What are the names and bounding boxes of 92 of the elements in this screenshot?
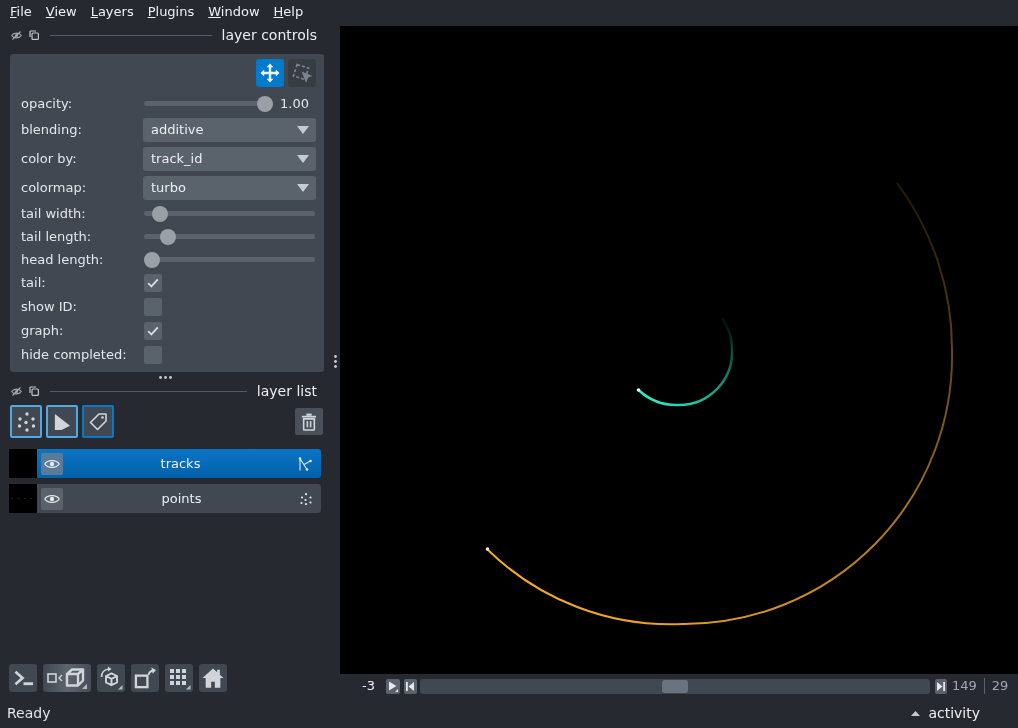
- menu-item[interactable]: File: [10, 3, 32, 21]
- axis-label: -3: [362, 677, 375, 696]
- eye-icon: [44, 493, 60, 504]
- layer-name: points: [160, 489, 203, 508]
- checkbox[interactable]: [144, 346, 162, 364]
- slider-thumb[interactable]: [144, 251, 160, 268]
- menu-item[interactable]: Plugins: [147, 3, 195, 21]
- grid-button[interactable]: [165, 664, 193, 692]
- new-points-layer-button[interactable]: [10, 405, 42, 438]
- display-mode-button[interactable]: [43, 664, 91, 692]
- slider-handle[interactable]: [661, 679, 688, 693]
- caret-up-icon: [911, 710, 921, 716]
- layer-item[interactable]: points: [37, 484, 321, 513]
- move-button[interactable]: [256, 59, 284, 87]
- eye-slash-icon[interactable]: [11, 386, 22, 396]
- control-label: graph:: [20, 322, 65, 341]
- tag-icon: [88, 411, 108, 432]
- control-label: show ID:: [20, 298, 78, 317]
- control-label: color by:: [20, 149, 78, 168]
- step-back-button[interactable]: [403, 678, 417, 694]
- checkbox[interactable]: [144, 322, 162, 340]
- layer-item[interactable]: tracks: [37, 449, 321, 478]
- skip-back-icon: [406, 681, 415, 691]
- slider-track[interactable]: [419, 678, 930, 694]
- square-arrow-icon: [133, 666, 157, 690]
- grip-dots-icon[interactable]: [158, 376, 172, 379]
- visibility-button[interactable]: [41, 487, 63, 510]
- control-label: opacity:: [20, 94, 74, 113]
- control-label: tail length:: [20, 227, 93, 246]
- transpose-button[interactable]: [131, 664, 159, 692]
- control-label: colormap:: [20, 178, 88, 197]
- roll-button[interactable]: [97, 664, 125, 692]
- checkmark-icon: [147, 326, 159, 336]
- menu-item[interactable]: Window: [208, 3, 260, 21]
- eye-icon: [44, 458, 60, 469]
- tracks-icon: [298, 456, 312, 471]
- checkbox[interactable]: [144, 274, 162, 292]
- control-label: hide completed:: [20, 346, 128, 365]
- control-label: head length:: [20, 250, 105, 269]
- layer-name: tracks: [159, 454, 202, 473]
- layer-thumbnail: [9, 449, 37, 478]
- slider-thumb[interactable]: [257, 95, 273, 112]
- dots-icon: [300, 492, 312, 505]
- new-shapes-layer-button[interactable]: [46, 405, 78, 438]
- trash-icon: [301, 412, 317, 431]
- overlapping-squares-icon[interactable]: [29, 30, 39, 40]
- dropdown[interactable]: track_id: [143, 146, 316, 171]
- home-button[interactable]: [199, 664, 227, 692]
- checkbox[interactable]: [144, 298, 162, 316]
- visibility-button[interactable]: [41, 452, 63, 475]
- new-labels-layer-button[interactable]: [82, 405, 114, 438]
- dashed-select-icon: [291, 62, 313, 84]
- skip-forward-icon: [936, 681, 945, 691]
- caret-down-icon: [297, 125, 309, 134]
- play-button[interactable]: [385, 678, 400, 694]
- move-arrows-icon: [260, 63, 280, 83]
- scattered-dots-icon: [16, 411, 36, 432]
- status-message: Ready: [7, 703, 51, 723]
- console-prompt-icon: [13, 670, 33, 686]
- menu-item[interactable]: Help: [273, 3, 304, 21]
- polygon-icon: [53, 412, 71, 431]
- control-label: tail width:: [20, 204, 87, 223]
- overlapping-squares-icon[interactable]: [29, 386, 39, 396]
- dropdown[interactable]: additive: [143, 117, 316, 142]
- grid-icon: [167, 666, 191, 690]
- rotating-cube-icon: [99, 666, 123, 690]
- dropdown[interactable]: turbo: [143, 175, 316, 200]
- grip-dots-icon[interactable]: [333, 355, 337, 368]
- step-forward-button[interactable]: [934, 678, 947, 694]
- console-button[interactable]: [9, 664, 37, 692]
- max-frame: 29: [991, 676, 1009, 696]
- caret-down-icon: [297, 154, 309, 163]
- delete-layer-button[interactable]: [295, 408, 323, 435]
- checkmark-icon: [147, 278, 159, 288]
- activity-button[interactable]: activity: [911, 702, 980, 724]
- slider-thumb[interactable]: [159, 228, 176, 245]
- slider-thumb[interactable]: [151, 205, 168, 222]
- current-frame: 149: [951, 676, 977, 696]
- panel-title: layer list: [256, 383, 317, 399]
- caret-down-icon: [297, 183, 309, 192]
- eye-slash-icon[interactable]: [11, 30, 22, 40]
- slider-value: 1.00: [280, 94, 309, 113]
- layer-thumbnail: [9, 484, 37, 513]
- menu-item[interactable]: Layers: [90, 3, 134, 21]
- square-to-cube-icon: [47, 667, 87, 689]
- transform-button[interactable]: [288, 59, 316, 87]
- panel-title: layer controls: [221, 27, 317, 43]
- control-label: blending:: [20, 120, 83, 139]
- control-label: tail:: [20, 274, 47, 293]
- menu-item[interactable]: View: [45, 3, 77, 21]
- play-icon: [387, 680, 398, 692]
- home-icon: [202, 667, 224, 689]
